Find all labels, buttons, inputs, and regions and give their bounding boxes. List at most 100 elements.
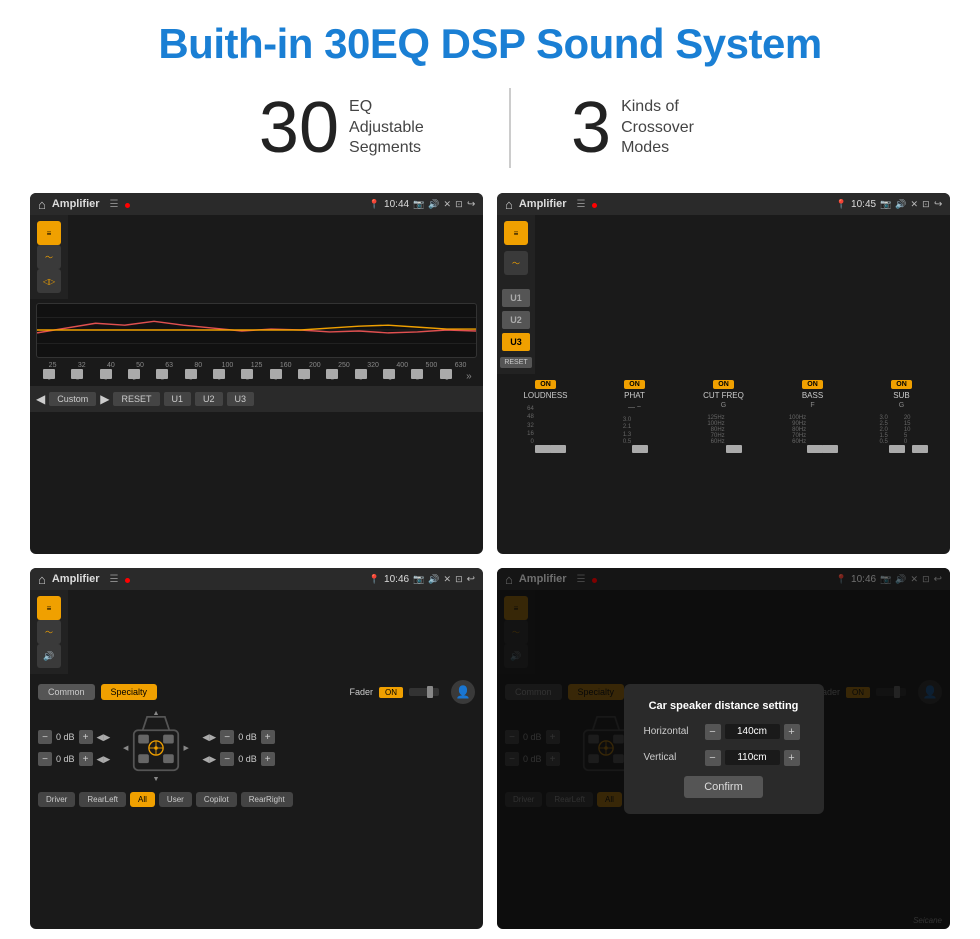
- home-icon-2[interactable]: ⌂: [505, 197, 513, 212]
- app-name-2: Amplifier: [519, 198, 567, 210]
- eq-volume-icon[interactable]: ◁▷: [37, 269, 61, 293]
- right-rear-plus[interactable]: +: [261, 752, 275, 766]
- fader-horiz[interactable]: [409, 688, 439, 696]
- eq-filter-icon[interactable]: ≡: [37, 221, 61, 245]
- loudness-scale: 644832160: [527, 406, 534, 445]
- left-front-plus[interactable]: +: [79, 730, 93, 744]
- user-avatar[interactable]: 👤: [451, 680, 475, 704]
- eq-graph: [36, 303, 477, 358]
- play-icon[interactable]: ▶: [100, 392, 109, 406]
- screens-grid: ⌂ Amplifier ☰ 📍 10:44 📷 🔊 ✕ ⊡ ↩ ≡: [30, 193, 950, 929]
- back-icon-1[interactable]: ↩: [467, 199, 475, 210]
- bass-label: BASS: [802, 391, 823, 400]
- vertical-minus[interactable]: −: [705, 750, 721, 766]
- volume-icon-3[interactable]: 🔊: [428, 574, 439, 585]
- close-icon-2[interactable]: ✕: [911, 199, 919, 210]
- driver-btn[interactable]: Driver: [38, 792, 75, 807]
- on-loudness[interactable]: ON: [535, 380, 556, 389]
- location-icon-1: 📍: [369, 199, 380, 210]
- eq-wave-icon[interactable]: 〜: [37, 245, 61, 269]
- wave-icon-2[interactable]: 〜: [504, 251, 528, 275]
- window-icon-1[interactable]: ⊡: [455, 199, 463, 210]
- fader-12[interactable]: 0: [348, 371, 374, 382]
- camera-icon-3[interactable]: 📷: [413, 574, 424, 585]
- fader-5[interactable]: 0: [149, 371, 175, 382]
- fader-7[interactable]: 0: [206, 371, 232, 382]
- reset-btn[interactable]: RESET: [113, 392, 159, 406]
- fader-15[interactable]: -1: [433, 371, 459, 382]
- u3-side[interactable]: U3: [502, 333, 530, 351]
- custom-preset[interactable]: Custom: [49, 392, 96, 406]
- eq-content: ≡ 〜 ◁▷: [30, 215, 483, 386]
- speaker-layout: − 0 dB + ◀▶ − 0 dB + ◀▶: [38, 708, 475, 788]
- specialty-btn[interactable]: Specialty: [101, 684, 158, 700]
- left-rear-plus[interactable]: +: [79, 752, 93, 766]
- car-visual: ▲ ▼ ◀ ▶: [116, 708, 196, 788]
- fader-1[interactable]: 0: [36, 371, 62, 382]
- volume-icon-2[interactable]: 🔊: [895, 199, 906, 210]
- fader-on[interactable]: ON: [379, 687, 403, 698]
- vertical-plus[interactable]: +: [784, 750, 800, 766]
- all-btn[interactable]: All: [130, 792, 155, 807]
- horizontal-plus[interactable]: +: [784, 724, 800, 740]
- u3-btn[interactable]: U3: [227, 392, 255, 406]
- left-front-minus[interactable]: −: [38, 730, 52, 744]
- fader-8[interactable]: 0: [234, 371, 260, 382]
- reset-btn-side[interactable]: RESET: [500, 357, 531, 368]
- rearleft-btn[interactable]: RearLeft: [79, 792, 126, 807]
- eq-sidebar: ≡ 〜 ◁▷: [30, 215, 68, 299]
- confirm-button[interactable]: Confirm: [684, 776, 763, 798]
- fader-4[interactable]: 5: [121, 371, 147, 382]
- prev-icon[interactable]: ◀: [36, 392, 45, 406]
- wave-icon-3[interactable]: 〜: [37, 620, 61, 644]
- u2-side[interactable]: U2: [502, 311, 530, 329]
- menu-icon-1[interactable]: ☰: [110, 199, 119, 210]
- user-btn[interactable]: User: [159, 792, 192, 807]
- back-icon-3[interactable]: ↩: [467, 574, 475, 585]
- on-sub[interactable]: ON: [891, 380, 912, 389]
- filter-icon-2[interactable]: ≡: [504, 221, 528, 245]
- u2-btn[interactable]: U2: [195, 392, 223, 406]
- right-front-minus[interactable]: −: [220, 730, 234, 744]
- fader-10[interactable]: 0: [291, 371, 317, 382]
- scroll-more[interactable]: »: [461, 371, 477, 382]
- fader-14[interactable]: 0: [404, 371, 430, 382]
- time-1: 10:44: [384, 199, 409, 210]
- common-btn[interactable]: Common: [38, 684, 95, 700]
- camera-icon-1[interactable]: 📷: [413, 199, 424, 210]
- copilot-btn[interactable]: Copilot: [196, 792, 237, 807]
- u1-btn[interactable]: U1: [164, 392, 192, 406]
- home-icon-1[interactable]: ⌂: [38, 197, 46, 212]
- rearright-btn[interactable]: RearRight: [241, 792, 293, 807]
- window-icon-2[interactable]: ⊡: [922, 199, 930, 210]
- horizontal-value-box: − 140cm +: [705, 724, 800, 740]
- close-icon-3[interactable]: ✕: [444, 574, 452, 585]
- volume-icon-1[interactable]: 🔊: [428, 199, 439, 210]
- on-bass[interactable]: ON: [802, 380, 823, 389]
- sub-scale: 3.02.52.01.50.5: [879, 415, 887, 445]
- fader-13[interactable]: -1: [376, 371, 402, 382]
- fader-3[interactable]: 0: [93, 371, 119, 382]
- horizontal-minus[interactable]: −: [705, 724, 721, 740]
- speaker-icon-3[interactable]: 🔊: [37, 644, 61, 668]
- fader-6[interactable]: 0: [178, 371, 204, 382]
- on-cutfreq[interactable]: ON: [713, 380, 734, 389]
- loudness-label: LOUDNESS: [523, 391, 567, 400]
- close-icon-1[interactable]: ✕: [444, 199, 452, 210]
- right-front-plus[interactable]: +: [261, 730, 275, 744]
- home-icon-3[interactable]: ⌂: [38, 572, 46, 587]
- back-icon-2[interactable]: ↩: [934, 199, 942, 210]
- fader-11[interactable]: 0: [319, 371, 345, 382]
- fader-9[interactable]: 0: [263, 371, 289, 382]
- menu-icon-3[interactable]: ☰: [110, 574, 119, 585]
- u1-side[interactable]: U1: [502, 289, 530, 307]
- fader-2[interactable]: 0: [64, 371, 90, 382]
- camera-icon-2[interactable]: 📷: [880, 199, 891, 210]
- filter-icon-3[interactable]: ≡: [37, 596, 61, 620]
- left-rear-minus[interactable]: −: [38, 752, 52, 766]
- menu-icon-2[interactable]: ☰: [577, 199, 586, 210]
- phat-fader-area: 3.02.11.30.5: [623, 413, 646, 449]
- window-icon-3[interactable]: ⊡: [455, 574, 463, 585]
- on-phat[interactable]: ON: [624, 380, 645, 389]
- right-rear-minus[interactable]: −: [220, 752, 234, 766]
